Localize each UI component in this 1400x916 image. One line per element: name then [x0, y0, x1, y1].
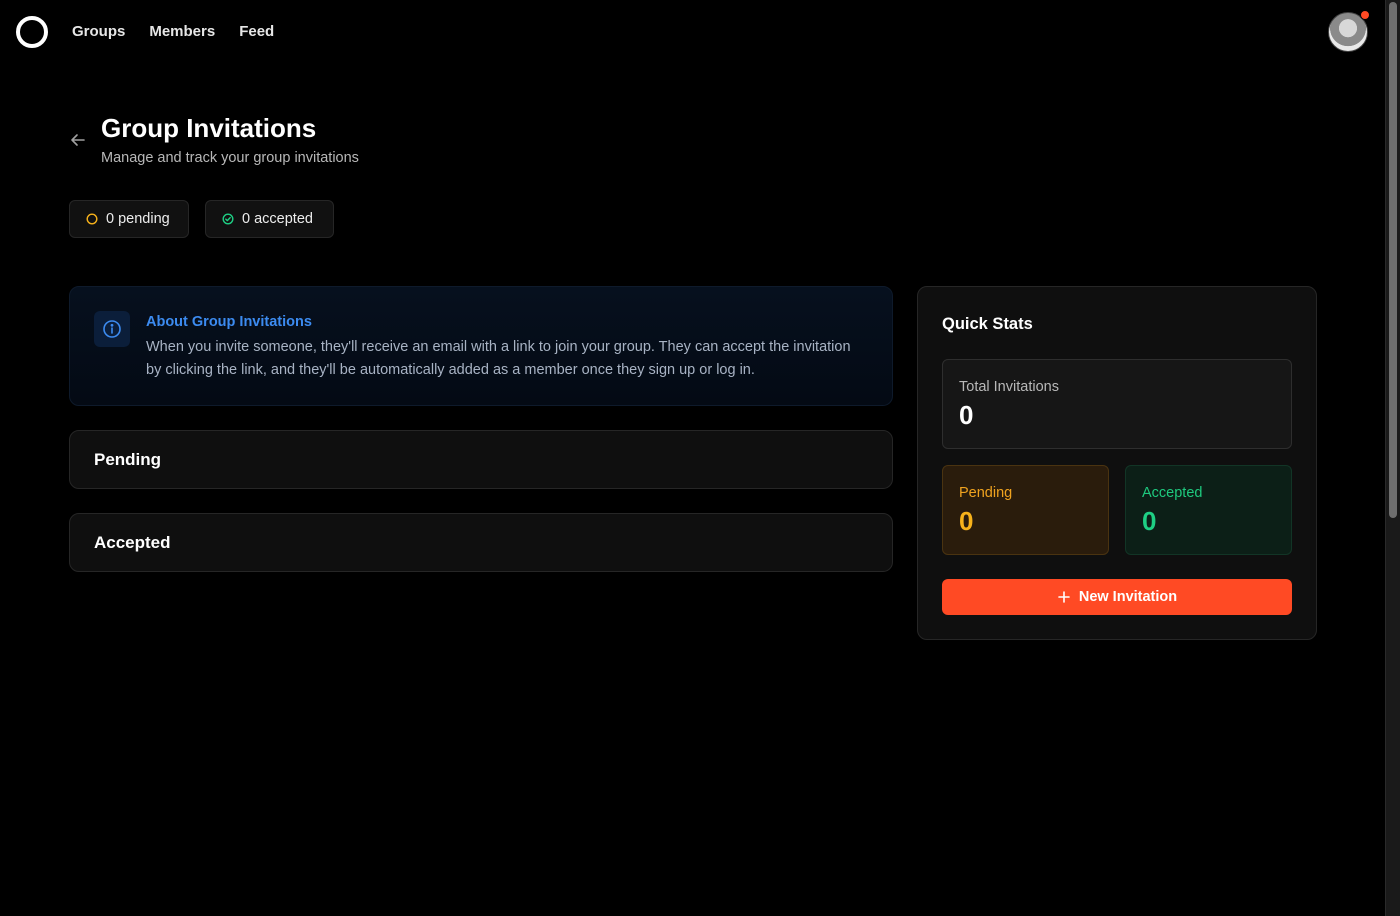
- accepted-stat-value: 0: [1142, 506, 1157, 536]
- user-avatar[interactable]: [1328, 10, 1370, 52]
- new-invitation-label: New Invitation: [1078, 589, 1178, 605]
- total-invitations-card: Total Invitations 0: [942, 359, 1292, 449]
- pending-count-badge: 0 pending: [69, 200, 189, 238]
- pending-section[interactable]: Pending: [69, 430, 893, 489]
- scrollbar-thumb[interactable]: [1389, 2, 1397, 518]
- total-invitations-label: Total Invitations: [959, 379, 1059, 395]
- accepted-section[interactable]: Accepted: [69, 513, 893, 572]
- accepted-count-label: 0 accepted: [242, 211, 313, 227]
- pending-count-label: 0 pending: [106, 211, 170, 227]
- top-navigation: Groups Members Feed: [0, 0, 1385, 64]
- pending-stat-label: Pending: [959, 485, 1013, 501]
- quick-stats-panel: Quick Stats Total Invitations 0 Pending …: [917, 286, 1317, 640]
- accepted-section-title: Accepted: [94, 533, 171, 552]
- accepted-stat-card: Accepted 0: [1125, 465, 1292, 555]
- nav-item-members[interactable]: Members: [149, 22, 215, 42]
- page-subtitle: Manage and track your group invitations: [101, 150, 359, 166]
- info-description: When you invite someone, they'll receive…: [146, 339, 851, 378]
- page-scrollbar[interactable]: [1385, 0, 1400, 916]
- ring-logo-icon[interactable]: [16, 16, 48, 48]
- total-invitations-value: 0: [959, 400, 974, 430]
- new-invitation-button[interactable]: New Invitation: [942, 579, 1292, 615]
- quick-stats-title: Quick Stats: [942, 315, 1033, 333]
- main-nav: Groups Members Feed: [72, 22, 274, 42]
- check-circle-icon: [222, 213, 234, 225]
- accepted-stat-label: Accepted: [1142, 485, 1203, 501]
- info-icon: [94, 311, 130, 347]
- circle-icon: [86, 213, 98, 225]
- notification-dot: [1360, 10, 1370, 20]
- info-title: About Group Invitations: [146, 314, 312, 330]
- nav-item-groups[interactable]: Groups: [72, 22, 125, 42]
- pending-stat-value: 0: [959, 506, 974, 536]
- invitation-info-box: About Group Invitations When you invite …: [69, 286, 893, 406]
- pending-section-title: Pending: [94, 450, 162, 469]
- arrow-left-icon[interactable]: [68, 130, 88, 150]
- plus-icon: [1058, 591, 1070, 603]
- accepted-count-badge: 0 accepted: [205, 200, 334, 238]
- nav-item-feed[interactable]: Feed: [239, 22, 274, 42]
- page-title: Group Invitations: [101, 113, 317, 143]
- pending-stat-card: Pending 0: [942, 465, 1109, 555]
